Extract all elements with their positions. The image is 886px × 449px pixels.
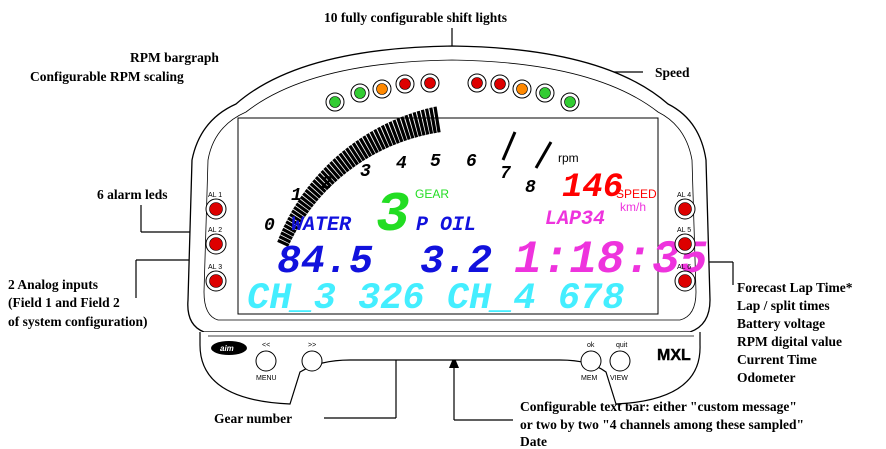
alarm-label: AL 4 xyxy=(677,192,691,199)
speed-label: SPEED xyxy=(616,187,657,201)
poil-label: P OIL xyxy=(416,214,476,237)
alarm-led xyxy=(678,237,692,251)
control-button[interactable] xyxy=(580,350,602,372)
shift-light xyxy=(354,87,366,99)
rpm-tick-label: 2 xyxy=(321,174,332,194)
brand-logo: aim xyxy=(211,341,247,355)
rpm-tick-label: 1 xyxy=(291,186,302,206)
shift-light xyxy=(516,83,528,95)
button-top-label: << xyxy=(262,342,270,349)
control-button[interactable] xyxy=(609,350,631,372)
forecast-annotation-2: Battery voltage xyxy=(737,316,825,331)
shift-light xyxy=(539,87,551,99)
brand-logo-text: aim xyxy=(220,344,234,353)
control-button[interactable] xyxy=(255,350,277,372)
gear-number-annotation: Gear number xyxy=(214,411,292,426)
model-logo: MXL xyxy=(657,347,691,364)
text-bar-annotation-0: Configurable text bar: either "custom me… xyxy=(520,399,797,414)
button-top-label: ok xyxy=(587,342,595,349)
rpm-tick-label: 6 xyxy=(466,152,477,172)
rpm-tick-label: 8 xyxy=(525,178,536,198)
shift-light xyxy=(399,78,411,90)
gear-label: GEAR xyxy=(415,187,449,201)
text-bar-annotation-1: or two by two "4 channels among these sa… xyxy=(520,417,804,432)
button-top-label: >> xyxy=(308,342,316,349)
shift-light xyxy=(471,77,483,89)
rpm-unit-label: rpm xyxy=(558,151,579,165)
rpm-tick-label: 0 xyxy=(264,216,275,236)
rpm-tick-label: 7 xyxy=(500,164,511,184)
button-bottom-label: MENU xyxy=(256,375,277,382)
alarm-label: AL 3 xyxy=(208,264,222,271)
alarm-label: AL 2 xyxy=(208,227,222,234)
rpm-tick-label: 3 xyxy=(360,162,371,182)
speed-annotation: Speed xyxy=(655,65,690,80)
speed-value: 146 xyxy=(562,169,623,207)
rpm-scaling-annotation: Configurable RPM scaling xyxy=(30,69,184,84)
text-bar: CH_3 326 CH_4 678 xyxy=(247,278,624,320)
shift-light xyxy=(329,96,341,108)
analog-inputs-annotation: 2 Analog inputs xyxy=(8,277,98,292)
forecast-annotation-5: Odometer xyxy=(737,370,795,385)
rpm-bargraph-annotation: RPM bargraph xyxy=(130,50,219,65)
dashboard-diagram: 10 fully configurable shift lights RPM b… xyxy=(8,10,853,449)
lap-label: LAP34 xyxy=(545,208,605,231)
shift-light xyxy=(494,78,506,90)
alarm-led xyxy=(209,274,223,288)
speed-unit: km/h xyxy=(620,200,646,214)
forecast-annotation-3: RPM digital value xyxy=(737,334,842,349)
alarm-label: AL 5 xyxy=(677,227,691,234)
shift-light xyxy=(564,96,576,108)
forecast-annotation-1: Lap / split times xyxy=(737,298,830,313)
shift-light xyxy=(376,83,388,95)
button-bottom-label: VIEW xyxy=(610,375,628,382)
gear-value: 3 xyxy=(376,183,410,247)
analog-field-annotation: (Field 1 and Field 2 xyxy=(8,295,120,310)
analog-config-annotation: of system configuration) xyxy=(8,314,147,329)
alarm-led xyxy=(209,237,223,251)
alarm-led xyxy=(678,274,692,288)
forecast-annotation-4: Current Time xyxy=(737,352,817,367)
rpm-tick-label: 5 xyxy=(430,152,441,172)
button-bottom-label: MEM xyxy=(581,375,598,382)
forecast-annotation-0: Forecast Lap Time* xyxy=(737,280,853,295)
alarm-leds-annotation: 6 alarm leds xyxy=(97,187,168,202)
text-bar-annotation-2: Date xyxy=(520,434,547,449)
alarm-label: AL 1 xyxy=(208,192,222,199)
rpm-tick-label: 4 xyxy=(396,154,407,174)
shift-light xyxy=(424,77,436,89)
alarm-led xyxy=(209,202,223,216)
shift-lights-annotation: 10 fully configurable shift lights xyxy=(324,10,507,25)
alarm-label: AL 6 xyxy=(677,264,691,271)
alarm-led xyxy=(678,202,692,216)
button-top-label: quit xyxy=(616,342,627,349)
control-button[interactable] xyxy=(301,350,323,372)
water-label: WATER xyxy=(291,214,352,237)
